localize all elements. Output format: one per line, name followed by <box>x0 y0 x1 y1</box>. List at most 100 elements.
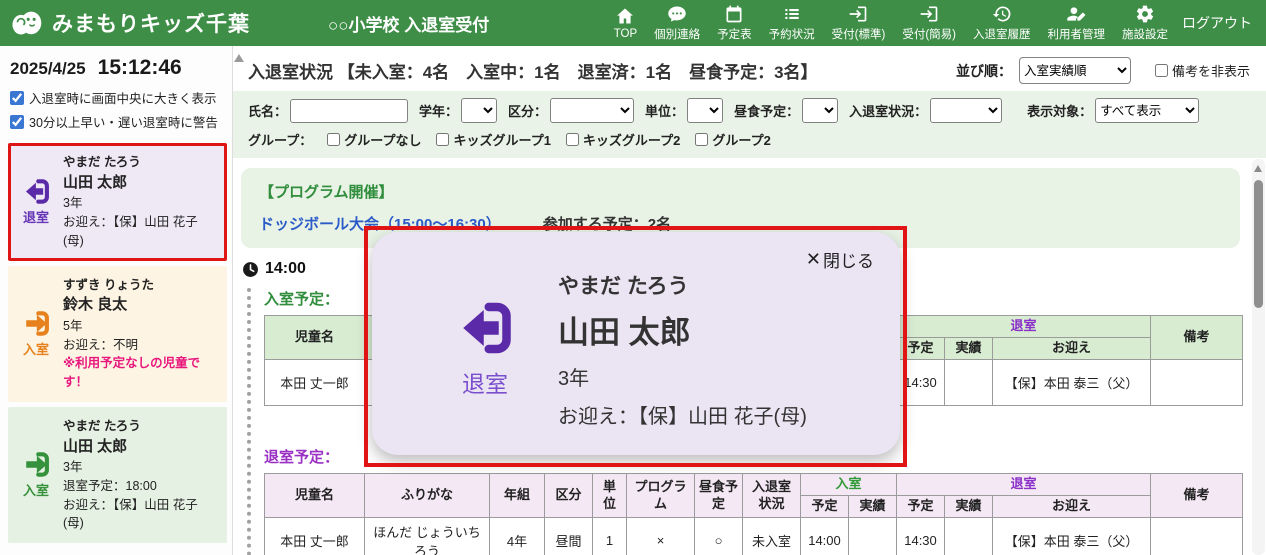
logo-icon <box>10 8 44 39</box>
lunch-filter-select[interactable] <box>802 98 838 123</box>
child-grade: 3年 <box>63 458 218 477</box>
unit-filter-select[interactable] <box>687 98 723 123</box>
sort-label: 並び順： <box>956 61 1012 81</box>
enter-warning-card[interactable]: 入室 すずき りょうた 鈴木 良太 5年 お迎え：不明 ※利用予定なしの児童です… <box>8 266 227 402</box>
popup-child-name: 山田 太郎 <box>558 307 807 352</box>
pickup-info: お迎え：不明 <box>63 336 218 355</box>
col-pickup: お迎え <box>993 496 1151 518</box>
col-group-exit: 退室 <box>897 316 1151 338</box>
child-grade: 3年 <box>63 194 218 213</box>
group-kids1-checkbox[interactable] <box>436 133 449 146</box>
group2-checkbox[interactable] <box>695 133 708 146</box>
cell-exit-plan: 14:30 <box>897 518 945 555</box>
user-manage-icon <box>1066 4 1086 24</box>
pickup-info: お迎え：【保】山田 花子(母) <box>63 213 218 251</box>
filter-row-2: グループ： グループなし キッズグループ1 キッズグループ2 グループ2 <box>248 130 1256 149</box>
enter-notification-card[interactable]: 入室 やまだ たろう 山田 太郎 3年 退室予定：18:00 お迎え：【保】山田… <box>8 407 227 543</box>
sidebar-scroll-up-icon[interactable] <box>234 54 244 62</box>
nav-schedule[interactable]: 予定表 <box>717 4 752 42</box>
notification-cards: 退室 やまだ たろう 山田 太郎 3年 お迎え：【保】山田 花子(母) 入室 <box>8 143 227 543</box>
cell-unit: 1 <box>593 518 627 555</box>
col-remarks: 備考 <box>1151 316 1243 360</box>
child-grade: 5年 <box>63 317 218 336</box>
nav-facility-settings[interactable]: 施設設定 <box>1122 4 1168 42</box>
app-header: みまもりキッズ千葉 ○○小学校 入退室受付 TOP 個別連絡 予定表 予約状況 … <box>0 0 1266 46</box>
cell-lunch: ○ <box>695 518 743 555</box>
nav-entry-exit-history[interactable]: 入退室履歴 <box>973 4 1031 42</box>
nav-user-management[interactable]: 利用者管理 <box>1048 4 1106 42</box>
sidebar: 2025/4/25 15:12:46 入退室時に画面中央に大きく表示 30分以上… <box>0 46 233 555</box>
no-plan-warning: ※利用予定なしの児童です！ <box>63 354 218 392</box>
nav-reservation-status[interactable]: 予約状況 <box>769 4 815 42</box>
group-kids2-checkbox[interactable] <box>566 133 579 146</box>
col-remarks: 備考 <box>1151 474 1243 518</box>
main-nav: TOP 個別連絡 予定表 予約状況 受付(標準) 受付(簡易) 入退室履歴 利 <box>614 4 1168 42</box>
logout-button[interactable]: ログアウト <box>1182 13 1252 33</box>
status-filter-select[interactable] <box>930 98 1002 123</box>
group-kids-1: キッズグループ1 <box>436 130 550 149</box>
card-body: やまだ たろう 山田 太郎 3年 退室予定：18:00 お迎え：【保】山田 花子… <box>63 417 218 533</box>
center-display-checkbox[interactable] <box>10 91 24 105</box>
enter-arrow-icon <box>22 309 51 338</box>
signin-simple-icon <box>919 4 939 24</box>
nav-individual-contact[interactable]: 個別連絡 <box>654 4 700 42</box>
logo: みまもりキッズ千葉 <box>10 8 250 39</box>
filter-display: 表示対象： すべて表示 <box>1027 98 1199 123</box>
cell-program: × <box>627 518 695 555</box>
col-exit-plan: 予定 <box>897 338 945 360</box>
col-grade: 年組 <box>490 474 545 518</box>
card-badge: 入室 <box>23 339 49 358</box>
name-filter-input[interactable] <box>290 99 408 123</box>
chat-icon <box>667 4 687 24</box>
cell-child-name: 本田 丈一郎 <box>265 518 365 555</box>
logo-title: みまもりキッズ千葉 <box>52 8 250 38</box>
card-badge: 退室 <box>23 207 49 226</box>
gear-icon <box>1135 4 1155 24</box>
child-kana: やまだ たろう <box>63 153 218 172</box>
nav-top[interactable]: TOP <box>614 6 637 40</box>
display-filter-select[interactable]: すべて表示 <box>1095 98 1199 123</box>
group-none-checkbox[interactable] <box>327 133 340 146</box>
card-icon-col: 入室 <box>13 417 59 533</box>
clock-icon <box>242 261 259 278</box>
option-label: 入退室時に画面中央に大きく表示 <box>29 88 217 107</box>
filter-panel: 氏名： 学年： 区分： 単位： 昼食予定： <box>233 91 1266 158</box>
popup-content: 退室 やまだ たろう 山田 太郎 3年 お迎え：【保】山田 花子(母) <box>396 246 876 429</box>
exit-arrow-icon <box>22 177 51 206</box>
scrollbar-up-icon[interactable] <box>1254 165 1262 172</box>
child-kana: やまだ たろう <box>63 417 218 436</box>
enter-arrow-icon <box>22 450 51 479</box>
col-pickup: お迎え <box>993 338 1151 360</box>
popup-close-button[interactable]: ✕ 閉じる <box>806 247 874 272</box>
program-event-link[interactable]: ドッジボール大会（15:00～16:30） <box>259 213 501 234</box>
col-child-name: 児童名 <box>265 316 365 360</box>
group-none: グループなし <box>327 130 421 149</box>
nav-reception-simple[interactable]: 受付(簡易) <box>902 4 956 42</box>
home-icon <box>615 6 635 26</box>
exit-notification-popup: ✕ 閉じる 退室 やまだ たろう 山田 太郎 3年 お迎え：【保】山田 花子(母… <box>372 232 900 455</box>
close-icon: ✕ <box>806 249 821 270</box>
cell-pickup: 【保】本田 泰三（父） <box>993 518 1151 555</box>
filter-row-1: 氏名： 学年： 区分： 単位： 昼食予定： <box>248 98 1256 123</box>
cell-enter-plan: 14:00 <box>801 518 849 555</box>
status-bar: 入退室状況 【未入室：4名 入室中：1名 退室済：1名 昼食予定：3名】 並び順… <box>233 46 1266 91</box>
popup-child-kana: やまだ たろう <box>558 270 807 300</box>
cell-child-name: 本田 丈一郎 <box>265 360 365 406</box>
option-early-late-warning: 30分以上早い・遅い退室時に警告 <box>10 112 227 131</box>
early-late-warning-checkbox[interactable] <box>10 115 24 129</box>
table-row: 本田 丈一郎 ほんだ じょういちろう 4年 昼間 1 × ○ 未入室 14:00… <box>265 518 1243 555</box>
child-kana: すずき りょうた <box>63 276 218 295</box>
cell-remarks <box>1151 360 1243 406</box>
popup-badge: 退室 <box>444 365 526 399</box>
grade-filter-select[interactable] <box>461 98 497 123</box>
sort-select[interactable]: 入室実績順 <box>1019 57 1131 84</box>
child-name: 鈴木 良太 <box>63 294 218 317</box>
cell-status: 未入室 <box>743 518 801 555</box>
group-2: グループ2 <box>695 130 770 149</box>
exit-notification-card[interactable]: 退室 やまだ たろう 山田 太郎 3年 お迎え：【保】山田 花子(母) <box>8 143 227 261</box>
cell-remarks <box>1151 518 1243 555</box>
nav-reception-standard[interactable]: 受付(標準) <box>832 4 886 42</box>
hide-remarks-checkbox[interactable] <box>1155 64 1168 77</box>
category-filter-select[interactable] <box>550 98 634 123</box>
scrollbar-thumb[interactable] <box>1254 180 1263 308</box>
